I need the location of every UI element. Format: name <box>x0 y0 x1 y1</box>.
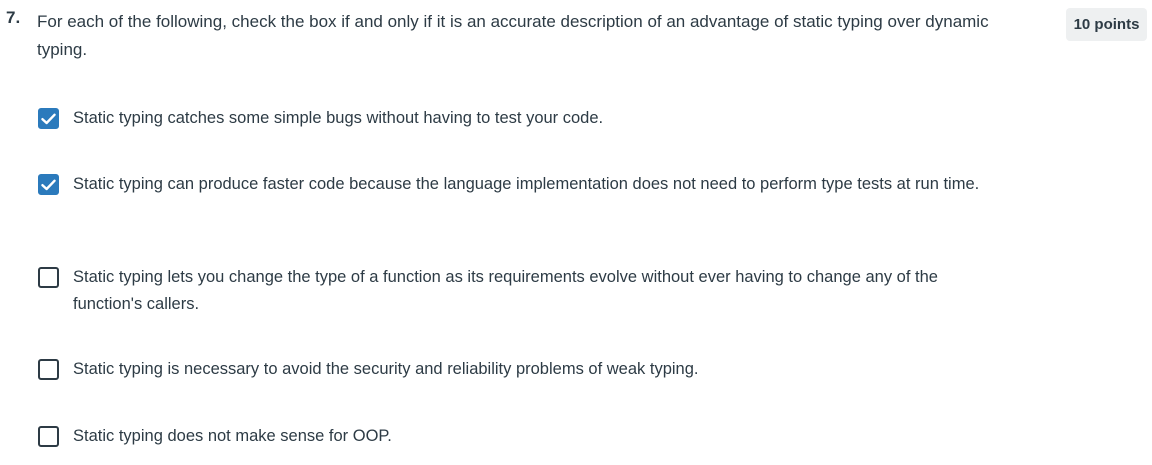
option-2[interactable]: Static typing can produce faster code be… <box>38 171 998 198</box>
checkbox-3[interactable] <box>38 267 59 288</box>
checkbox-5[interactable] <box>38 426 59 447</box>
option-label-2: Static typing can produce faster code be… <box>73 175 980 193</box>
checkbox-2[interactable] <box>38 174 59 195</box>
option-1[interactable]: Static typing catches some simple bugs w… <box>38 105 998 132</box>
check-icon <box>41 113 56 124</box>
option-label-1: Static typing catches some simple bugs w… <box>73 109 604 127</box>
question-number: 7. <box>6 8 21 27</box>
option-label-4: Static typing is necessary to avoid the … <box>73 360 699 378</box>
option-4[interactable]: Static typing is necessary to avoid the … <box>38 356 998 383</box>
checkbox-1[interactable] <box>38 108 59 129</box>
points-badge: 10 points <box>1066 8 1147 41</box>
check-icon <box>41 179 56 190</box>
question-text: For each of the following, check the box… <box>37 12 989 59</box>
option-label-5: Static typing does not make sense for OO… <box>73 427 392 445</box>
checkbox-4[interactable] <box>38 359 59 380</box>
option-3[interactable]: Static typing lets you change the type o… <box>38 264 998 318</box>
option-label-3: Static typing lets you change the type o… <box>73 268 938 313</box>
option-5[interactable]: Static typing does not make sense for OO… <box>38 423 998 450</box>
